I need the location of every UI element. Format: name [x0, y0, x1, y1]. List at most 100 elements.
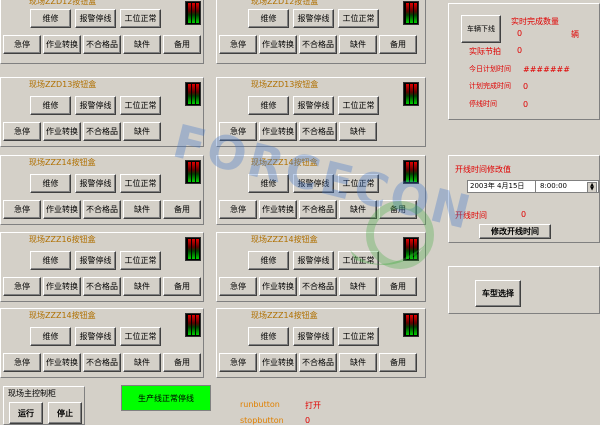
model-select-button[interactable]: 车型选择 — [475, 280, 521, 307]
reject-button[interactable]: 不合格品 — [299, 277, 337, 296]
repair-button[interactable]: 维修 — [248, 174, 289, 193]
missing-part-button[interactable]: 缺件 — [339, 35, 377, 54]
missing-part-button[interactable]: 缺件 — [123, 200, 161, 219]
stop-button[interactable]: 停止 — [48, 402, 82, 424]
station-normal-button[interactable]: 工位正常 — [120, 9, 161, 28]
station-normal-button[interactable]: 工位正常 — [120, 96, 161, 115]
reject-button[interactable]: 不合格品 — [83, 200, 121, 219]
missing-part-button[interactable]: 缺件 — [339, 277, 377, 296]
repair-button[interactable]: 维修 — [30, 327, 71, 346]
reject-button[interactable]: 不合格品 — [83, 353, 121, 372]
stop-value: 0 — [523, 100, 529, 109]
missing-part-button[interactable]: 缺件 — [123, 35, 161, 54]
spare-button[interactable]: 备用 — [163, 277, 201, 296]
signal-light-icon — [185, 237, 201, 261]
reject-button[interactable]: 不合格品 — [83, 277, 121, 296]
repair-button[interactable]: 维修 — [30, 251, 71, 270]
alarm-stop-button[interactable]: 报警停线 — [75, 327, 116, 346]
reject-button[interactable]: 不合格品 — [299, 122, 337, 141]
missing-part-button[interactable]: 缺件 — [123, 353, 161, 372]
spare-button[interactable]: 备用 — [379, 277, 417, 296]
runbutton-label: runbutton — [240, 400, 280, 409]
emergency-stop-button[interactable]: 急停 — [219, 122, 257, 141]
station-normal-button[interactable]: 工位正常 — [120, 251, 161, 270]
repair-button[interactable]: 维修 — [30, 9, 71, 28]
spare-button[interactable]: 备用 — [163, 35, 201, 54]
alarm-stop-button[interactable]: 报警停线 — [75, 96, 116, 115]
count-value: 0 — [517, 29, 523, 38]
spin-icon[interactable]: ▲ ▼ — [587, 182, 597, 193]
main-control-panel: 现场主控制柜 运行 停止 — [3, 386, 85, 425]
repair-button[interactable]: 维修 — [30, 174, 71, 193]
missing-part-button[interactable]: 缺件 — [339, 353, 377, 372]
emergency-stop-button[interactable]: 急停 — [3, 200, 41, 219]
reject-button[interactable]: 不合格品 — [299, 353, 337, 372]
stopbutton-value: 0 — [305, 416, 311, 425]
emergency-stop-button[interactable]: 急停 — [219, 200, 257, 219]
spare-button[interactable]: 备用 — [379, 353, 417, 372]
signal-bar — [409, 162, 413, 182]
alarm-stop-button[interactable]: 报警停线 — [293, 251, 334, 270]
repair-button[interactable]: 维修 — [248, 96, 289, 115]
station-normal-button[interactable]: 工位正常 — [338, 174, 379, 193]
missing-part-button[interactable]: 缺件 — [123, 122, 161, 141]
run-button[interactable]: 运行 — [9, 402, 43, 424]
job-switch-button[interactable]: 作业转换 — [43, 35, 81, 54]
button-box-panel: 现场ZZZ16按钮盒 维修 报警停线 工位正常 急停 作业转换 不合格品 缺件 备用 — [0, 232, 204, 302]
job-switch-button[interactable]: 作业转换 — [259, 200, 297, 219]
missing-part-button[interactable]: 缺件 — [339, 200, 377, 219]
panel-title: 现场ZZD12按钮盒 — [29, 0, 97, 6]
station-normal-button[interactable]: 工位正常 — [338, 96, 379, 115]
alarm-stop-button[interactable]: 报警停线 — [293, 327, 334, 346]
job-switch-button[interactable]: 作业转换 — [259, 277, 297, 296]
job-switch-button[interactable]: 作业转换 — [259, 35, 297, 54]
spare-button[interactable]: 备用 — [163, 200, 201, 219]
job-switch-button[interactable]: 作业转换 — [43, 353, 81, 372]
panel-title: 现场ZZD13按钮盒 — [29, 80, 97, 89]
emergency-stop-button[interactable]: 急停 — [219, 277, 257, 296]
job-switch-button[interactable]: 作业转换 — [43, 200, 81, 219]
emergency-stop-button[interactable]: 急停 — [219, 35, 257, 54]
station-normal-button[interactable]: 工位正常 — [338, 251, 379, 270]
signal-bar — [191, 239, 195, 259]
alarm-stop-button[interactable]: 报警停线 — [293, 96, 334, 115]
alarm-stop-button[interactable]: 报警停线 — [75, 9, 116, 28]
plan-label: 计划完成时间 — [469, 82, 511, 90]
spare-button[interactable]: 备用 — [379, 200, 417, 219]
reject-button[interactable]: 不合格品 — [299, 200, 337, 219]
alarm-stop-button[interactable]: 报警停线 — [293, 9, 334, 28]
spare-button[interactable]: 备用 — [163, 353, 201, 372]
beat-value: 0 — [517, 46, 523, 55]
signal-bar — [405, 315, 409, 335]
missing-part-button[interactable]: 缺件 — [123, 277, 161, 296]
count-label: 实时完成数量 — [511, 17, 559, 26]
job-switch-button[interactable]: 作业转换 — [43, 277, 81, 296]
repair-button[interactable]: 维修 — [248, 9, 289, 28]
station-normal-button[interactable]: 工位正常 — [120, 174, 161, 193]
emergency-stop-button[interactable]: 急停 — [3, 35, 41, 54]
emergency-stop-button[interactable]: 急停 — [3, 277, 41, 296]
reject-button[interactable]: 不合格品 — [83, 122, 121, 141]
station-normal-button[interactable]: 工位正常 — [338, 9, 379, 28]
repair-button[interactable]: 维修 — [30, 96, 71, 115]
alarm-stop-button[interactable]: 报警停线 — [293, 174, 334, 193]
reject-button[interactable]: 不合格品 — [83, 35, 121, 54]
emergency-stop-button[interactable]: 急停 — [3, 122, 41, 141]
missing-part-button[interactable]: 缺件 — [339, 122, 377, 141]
spare-button[interactable]: 备用 — [379, 35, 417, 54]
vehicle-offline-button[interactable]: 车辆下线 — [461, 15, 501, 43]
station-normal-button[interactable]: 工位正常 — [120, 327, 161, 346]
emergency-stop-button[interactable]: 急停 — [3, 353, 41, 372]
emergency-stop-button[interactable]: 急停 — [219, 353, 257, 372]
modify-open-time-button[interactable]: 修改开线时间 — [479, 224, 551, 239]
job-switch-button[interactable]: 作业转换 — [259, 122, 297, 141]
time-field[interactable]: 8:00:00 ▲ ▼ — [535, 180, 599, 193]
alarm-stop-button[interactable]: 报警停线 — [75, 174, 116, 193]
repair-button[interactable]: 维修 — [248, 251, 289, 270]
repair-button[interactable]: 维修 — [248, 327, 289, 346]
alarm-stop-button[interactable]: 报警停线 — [75, 251, 116, 270]
job-switch-button[interactable]: 作业转换 — [259, 353, 297, 372]
reject-button[interactable]: 不合格品 — [299, 35, 337, 54]
job-switch-button[interactable]: 作业转换 — [43, 122, 81, 141]
station-normal-button[interactable]: 工位正常 — [338, 327, 379, 346]
